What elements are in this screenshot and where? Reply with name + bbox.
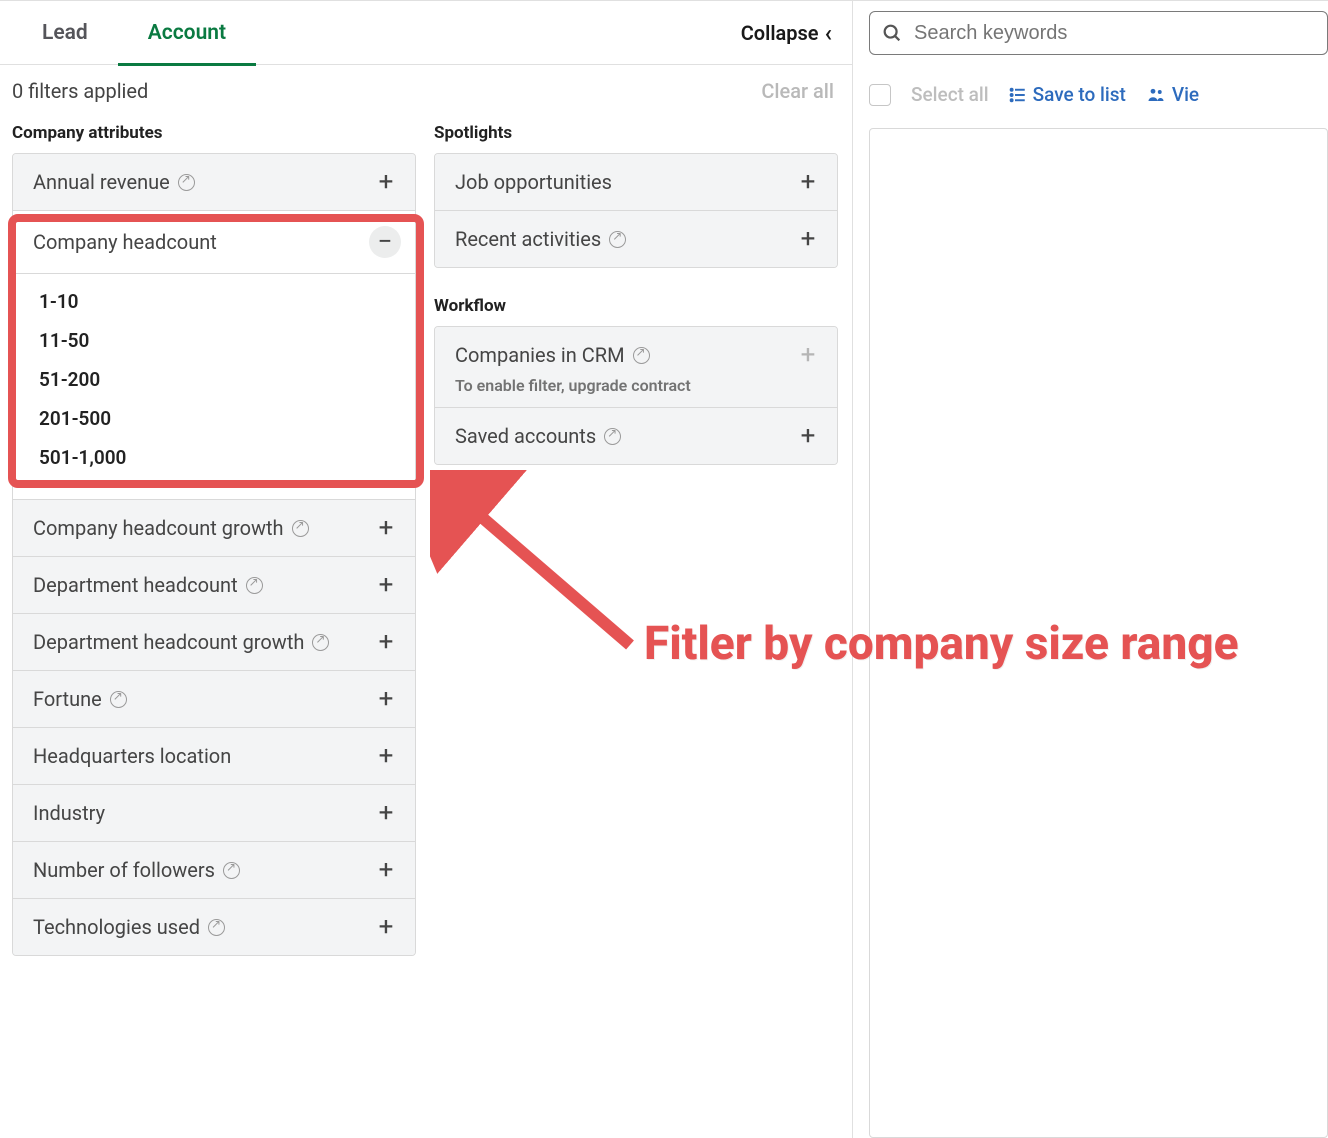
filters-applied-text: 0 filters applied <box>12 79 148 103</box>
view-label: Vie <box>1172 83 1199 106</box>
list-icon <box>1009 86 1027 104</box>
plus-icon: + <box>371 169 401 195</box>
filter-label: Department headcount growth <box>33 630 304 654</box>
filter-label: Recent activities <box>455 227 601 251</box>
external-link-icon <box>633 347 650 364</box>
filter-annual-revenue[interactable]: Annual revenue + <box>13 154 415 211</box>
company-attributes-heading: Company attributes <box>12 123 416 143</box>
external-link-icon <box>178 174 195 191</box>
tab-account[interactable]: Account <box>118 1 256 65</box>
plus-icon: + <box>371 800 401 826</box>
workflow-heading: Workflow <box>434 296 838 316</box>
filter-companies-in-crm: Companies in CRM + To enable filter, upg… <box>435 327 837 408</box>
external-link-icon <box>604 428 621 445</box>
plus-icon: + <box>371 629 401 655</box>
spotlights-heading: Spotlights <box>434 123 838 143</box>
filters-summary: 0 filters applied Clear all <box>0 65 852 117</box>
filter-label: Annual revenue <box>33 170 170 194</box>
filter-label: Industry <box>33 801 105 825</box>
plus-icon: + <box>793 169 823 195</box>
option-11-50[interactable]: 11-50 <box>13 321 415 360</box>
filter-industry[interactable]: Industry + <box>13 785 415 842</box>
minus-icon: − <box>370 229 400 255</box>
filter-company-headcount[interactable]: Company headcount − <box>13 211 415 274</box>
filter-label: Technologies used <box>33 915 200 939</box>
save-to-list-button[interactable]: Save to list <box>1009 83 1126 106</box>
filter-recent-activities[interactable]: Recent activities + <box>435 211 837 267</box>
select-all-checkbox[interactable] <box>869 84 891 106</box>
filter-label: Fortune <box>33 687 102 711</box>
external-link-icon <box>223 862 240 879</box>
external-link-icon <box>110 691 127 708</box>
plus-icon: + <box>371 686 401 712</box>
chevron-left-icon: ‹ <box>825 21 832 45</box>
company-attributes-column: Company attributes Annual revenue + Comp… <box>12 117 416 956</box>
filter-job-opportunities[interactable]: Job opportunities + <box>435 154 837 211</box>
collapse-label: Collapse <box>741 21 819 45</box>
filter-dept-headcount[interactable]: Department headcount + <box>13 557 415 614</box>
plus-icon: + <box>793 342 823 368</box>
filter-label: Department headcount <box>33 573 238 597</box>
filter-saved-accounts[interactable]: Saved accounts + <box>435 408 837 464</box>
results-toolbar: Select all Save to list Vie <box>853 67 1328 128</box>
clear-all-button[interactable]: Clear all <box>761 79 840 103</box>
collapse-button[interactable]: Collapse ‹ <box>741 21 832 45</box>
option-501-1000[interactable]: 501-1,000 <box>13 438 415 477</box>
right-filter-column: Spotlights Job opportunities + Recent ac… <box>434 117 838 956</box>
filter-label: Number of followers <box>33 858 215 882</box>
people-icon <box>1146 86 1166 104</box>
external-link-icon <box>246 577 263 594</box>
select-all-label: Select all <box>911 83 989 106</box>
plus-icon: + <box>371 914 401 940</box>
search-input[interactable] <box>869 11 1328 55</box>
filter-upgrade-note: To enable filter, upgrade contract <box>455 376 823 395</box>
filter-followers[interactable]: Number of followers + <box>13 842 415 899</box>
plus-icon: + <box>793 226 823 252</box>
filter-dept-headcount-growth[interactable]: Department headcount growth + <box>13 614 415 671</box>
filter-label: Companies in CRM <box>455 343 625 367</box>
option-51-200[interactable]: 51-200 <box>13 360 415 399</box>
results-panel: Select all Save to list Vie <box>853 0 1328 1138</box>
plus-icon: + <box>371 515 401 541</box>
filter-label: Job opportunities <box>455 170 612 194</box>
filter-label: Headquarters location <box>33 744 231 768</box>
external-link-icon <box>208 919 225 936</box>
tab-lead[interactable]: Lead <box>12 1 118 65</box>
collapse-filter-button[interactable]: − <box>369 226 401 258</box>
search-icon <box>881 22 903 44</box>
filter-fortune[interactable]: Fortune + <box>13 671 415 728</box>
external-link-icon <box>292 520 309 537</box>
filter-label: Saved accounts <box>455 424 596 448</box>
plus-icon: + <box>371 857 401 883</box>
filter-technologies[interactable]: Technologies used + <box>13 899 415 955</box>
external-link-icon <box>312 634 329 651</box>
filter-label: Company headcount growth <box>33 516 284 540</box>
option-201-500[interactable]: 201-500 <box>13 399 415 438</box>
option-1-10[interactable]: 1-10 <box>13 282 415 321</box>
filter-hq-location[interactable]: Headquarters location + <box>13 728 415 785</box>
results-content <box>869 128 1328 1138</box>
tab-row: Lead Account Collapse ‹ <box>0 1 852 65</box>
plus-icon: + <box>371 743 401 769</box>
company-headcount-options: 1-10 11-50 51-200 201-500 501-1,000 <box>13 274 415 500</box>
external-link-icon <box>609 231 626 248</box>
filter-headcount-growth[interactable]: Company headcount growth + <box>13 500 415 557</box>
plus-icon: + <box>371 572 401 598</box>
filters-panel: Lead Account Collapse ‹ 0 filters applie… <box>0 0 853 1138</box>
plus-icon: + <box>793 423 823 449</box>
save-to-list-label: Save to list <box>1033 83 1126 106</box>
view-similar-button[interactable]: Vie <box>1146 83 1199 106</box>
filter-label: Company headcount <box>33 230 217 254</box>
